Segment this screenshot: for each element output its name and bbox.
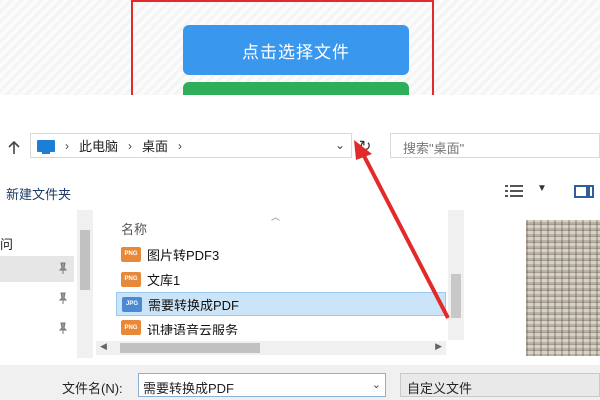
file-list-scrollbar[interactable] — [448, 210, 464, 340]
file-preview-image — [526, 220, 600, 356]
pin-icon — [58, 322, 68, 334]
png-file-icon: PNG — [121, 320, 141, 335]
file-name-label: 文件名(N): — [62, 381, 123, 396]
png-file-icon: PNG — [121, 271, 141, 287]
sort-up-icon: ︿ — [271, 212, 281, 222]
nav-scrollbar[interactable] — [77, 210, 93, 358]
breadcrumb-this-pc[interactable]: 此电脑 — [79, 136, 118, 155]
file-name-value: 需要转换成PDF — [143, 381, 235, 396]
nav-item-label[interactable]: 问 — [0, 234, 13, 253]
breadcrumb-separator: › — [128, 138, 133, 153]
file-item-selected[interactable]: JPG 需要转换成PDF — [116, 292, 446, 316]
breadcrumb-desktop[interactable]: 桌面 — [142, 136, 168, 155]
navigation-pane: 问 — [0, 210, 96, 360]
png-file-icon: PNG — [121, 246, 141, 262]
file-list: ︿ 名称 PNG 图片转PDF3 PNG 文库1 JPG 需要转换成PDF PN… — [106, 210, 464, 360]
file-item[interactable]: PNG 文库1 — [116, 267, 446, 291]
choose-file-button-label: 点击选择文件 — [242, 42, 350, 62]
chevron-down-icon[interactable]: ⌄ — [372, 378, 381, 391]
view-options-icon[interactable] — [505, 185, 523, 197]
up-arrow-icon[interactable] — [6, 140, 22, 156]
file-name-input[interactable]: 需要转换成PDF ⌄ — [138, 373, 386, 397]
new-folder-button[interactable]: 新建文件夹 — [6, 184, 71, 203]
breadcrumb-separator: › — [65, 138, 69, 153]
file-type-value: 自定义文件 — [407, 381, 473, 396]
toolbar: 新建文件夹 ▼ — [0, 173, 600, 203]
nav-item[interactable] — [0, 316, 74, 342]
computer-icon — [37, 139, 55, 154]
column-header-name[interactable]: 名称 — [121, 219, 147, 238]
horizontal-scrollbar[interactable]: ◀ ▶ — [96, 341, 446, 355]
jpg-file-icon: JPG — [122, 296, 142, 312]
search-input[interactable]: 搜索"桌面" — [390, 133, 600, 158]
breadcrumb-separator: › — [178, 138, 183, 153]
refresh-icon[interactable]: ↻ — [354, 133, 376, 158]
view-dropdown-icon[interactable]: ▼ — [537, 183, 547, 194]
file-item[interactable]: PNG 图片转PDF3 — [116, 242, 446, 266]
pin-icon — [58, 262, 68, 274]
file-name: 文库1 — [147, 272, 181, 288]
file-type-select[interactable]: 自定义文件 — [400, 373, 600, 397]
scrollbar-thumb[interactable] — [451, 274, 461, 318]
nav-item[interactable] — [0, 286, 74, 312]
nav-item[interactable] — [0, 256, 74, 282]
pin-icon — [58, 292, 68, 304]
scroll-left-icon[interactable]: ◀ — [100, 341, 107, 352]
file-item[interactable]: PNG 讯捷语音云服务 — [116, 317, 446, 335]
address-bar[interactable]: › 此电脑 › 桌面 › ⌄ — [30, 133, 352, 158]
chevron-down-icon[interactable]: ⌄ — [335, 138, 345, 152]
file-name: 讯捷语音云服务 — [147, 323, 239, 335]
file-name: 需要转换成PDF — [148, 297, 240, 313]
dialog-footer: 文件名(N): 需要转换成PDF ⌄ 自定义文件 — [0, 365, 600, 400]
web-page-header: 点击选择文件 — [0, 0, 600, 102]
scroll-right-icon[interactable]: ▶ — [435, 341, 442, 352]
choose-file-button[interactable]: 点击选择文件 — [183, 25, 409, 75]
scrollbar-thumb[interactable] — [80, 230, 90, 290]
scrollbar-thumb[interactable] — [120, 343, 260, 353]
preview-pane-icon[interactable] — [574, 185, 594, 198]
file-open-dialog: › 此电脑 › 桌面 › ⌄ ↻ 搜索"桌面" 新建文件夹 ▼ 问 ︿ 名称 P… — [0, 95, 600, 400]
file-name: 图片转PDF3 — [147, 247, 220, 263]
